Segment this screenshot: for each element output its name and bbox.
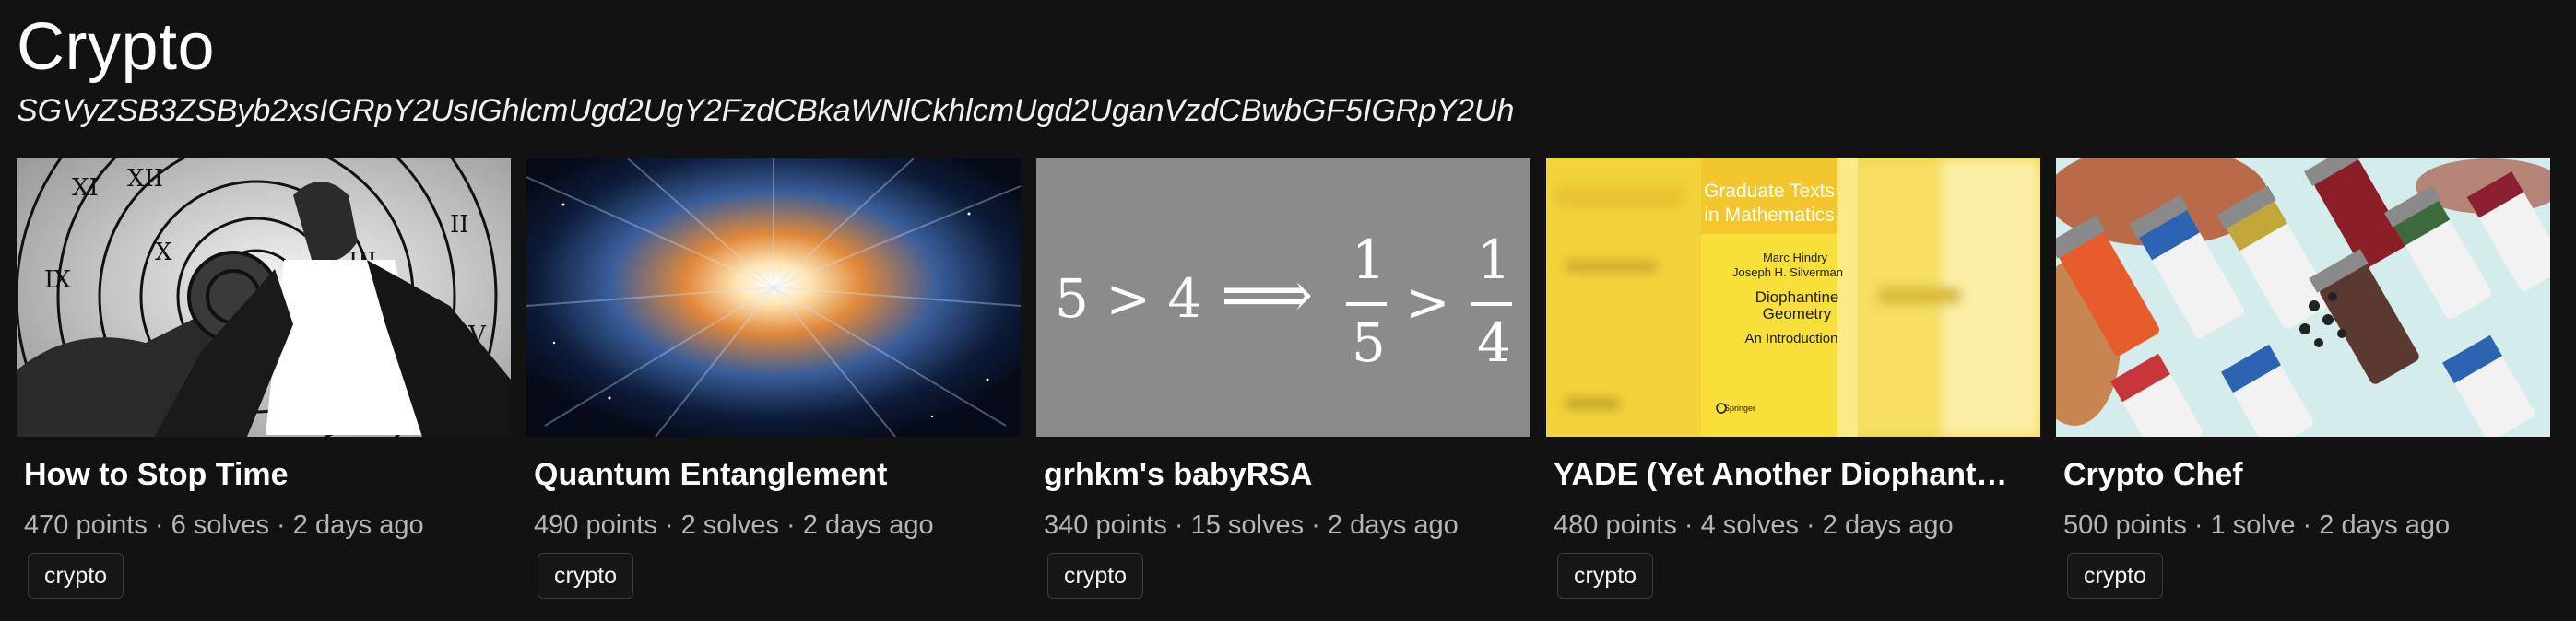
book-publisher: Springer xyxy=(1724,404,1755,413)
points: 490 points xyxy=(534,510,657,540)
inequality-math-image: 5 > 4 ⟹ 1 5 > 1 4 xyxy=(1036,158,1530,437)
solves: 15 solves xyxy=(1190,510,1305,540)
age: 2 days ago xyxy=(802,510,934,540)
challenge-meta: 490 points · 2 solves · 2 days ago xyxy=(534,509,934,542)
math-frac1-num: 1 xyxy=(1352,228,1386,291)
svg-text:XI: XI xyxy=(72,174,99,202)
book-series-1: Graduate Texts xyxy=(1704,181,1835,202)
age: 2 days ago xyxy=(1327,510,1459,540)
book-author-1: Marc Hindry xyxy=(1763,251,1828,264)
page-title: Crypto xyxy=(17,10,216,84)
book-author-2: Joseph H. Silverman xyxy=(1732,265,1843,279)
solves: 6 solves xyxy=(171,510,269,540)
challenge-grid: XIXII IXVII IIIV VX III How to Stop Time… xyxy=(17,158,2550,610)
category-tag[interactable]: crypto xyxy=(28,553,124,599)
challenge-meta: 340 points · 15 solves · 2 days ago xyxy=(1044,509,1459,542)
category-tag[interactable]: crypto xyxy=(2067,553,2164,599)
svg-text:II: II xyxy=(450,211,469,239)
separator: · xyxy=(1304,510,1328,540)
points: 470 points xyxy=(24,510,148,540)
challenge-card[interactable]: Graduate Texts in Mathematics Marc Hindr… xyxy=(1546,158,2040,610)
points: 340 points xyxy=(1044,510,1167,540)
cosmic-burst-image xyxy=(526,158,1021,437)
separator: · xyxy=(269,510,293,540)
solves: 4 solves xyxy=(1700,510,1799,540)
solves: 1 solve xyxy=(2210,510,2296,540)
challenge-meta: 480 points · 4 solves · 2 days ago xyxy=(1554,509,1954,542)
svg-text:X: X xyxy=(155,239,172,266)
math-frac2-num: 1 xyxy=(1477,228,1511,291)
math-gt: > xyxy=(1405,271,1450,334)
separator: · xyxy=(147,510,171,540)
challenge-card[interactable]: Quantum Entanglement 490 points · 2 solv… xyxy=(526,158,1021,610)
page-subtitle: SGVyZSB3ZSByb2xsIGRpY2UsIGhlcmUgd2UgY2Fz… xyxy=(17,93,1515,128)
age: 2 days ago xyxy=(2319,510,2451,540)
challenge-card[interactable]: XIXII IXVII IIIV VX III How to Stop Time… xyxy=(17,158,511,610)
category-tag[interactable]: crypto xyxy=(538,553,634,599)
clock-portrait-image: XIXII IXVII IIIV VX III xyxy=(17,158,511,437)
challenge-title[interactable]: grhkm's babyRSA xyxy=(1044,455,1523,494)
challenge-title[interactable]: Crypto Chef xyxy=(2063,455,2543,494)
separator: · xyxy=(2295,510,2320,540)
points: 500 points xyxy=(2063,510,2187,540)
challenge-title[interactable]: How to Stop Time xyxy=(24,455,503,494)
book-cover-image: Graduate Texts in Mathematics Marc Hindr… xyxy=(1546,158,2040,437)
math-left: 5 > 4 xyxy=(1055,267,1201,330)
book-title-2: Geometry xyxy=(1763,305,1832,322)
spice-jars-image xyxy=(2056,158,2550,437)
challenge-card[interactable]: 5 > 4 ⟹ 1 5 > 1 4 grhkm's babyRSA 340 po… xyxy=(1036,158,1530,610)
solves: 2 solves xyxy=(680,510,779,540)
math-frac1-den: 5 xyxy=(1352,311,1386,374)
separator: · xyxy=(2186,510,2211,540)
separator: · xyxy=(1676,510,1701,540)
category-tag[interactable]: crypto xyxy=(1047,553,1144,599)
book-series-2: in Mathematics xyxy=(1704,205,1834,226)
math-frac2-den: 4 xyxy=(1477,311,1511,374)
challenge-title[interactable]: Quantum Entanglement xyxy=(534,455,1013,494)
age: 2 days ago xyxy=(1822,510,1954,540)
svg-text:XII: XII xyxy=(127,165,163,193)
challenge-card[interactable]: Crypto Chef 500 points · 1 solve · 2 day… xyxy=(2056,158,2550,610)
challenge-meta: 500 points · 1 solve · 2 days ago xyxy=(2063,509,2450,542)
challenge-meta: 470 points · 6 solves · 2 days ago xyxy=(24,509,424,542)
svg-text:IX: IX xyxy=(44,266,71,294)
separator: · xyxy=(1799,510,1823,540)
separator: · xyxy=(1166,510,1191,540)
separator: · xyxy=(779,510,803,540)
book-title-1: Diophantine xyxy=(1755,288,1839,306)
points: 480 points xyxy=(1554,510,1677,540)
age: 2 days ago xyxy=(292,510,424,540)
category-tag[interactable]: crypto xyxy=(1557,553,1654,599)
book-subtitle: An Introduction xyxy=(1745,331,1838,346)
separator: · xyxy=(656,510,681,540)
math-arrow: ⟹ xyxy=(1221,257,1313,333)
challenge-title[interactable]: YADE (Yet Another Diophant… xyxy=(1554,455,2033,494)
